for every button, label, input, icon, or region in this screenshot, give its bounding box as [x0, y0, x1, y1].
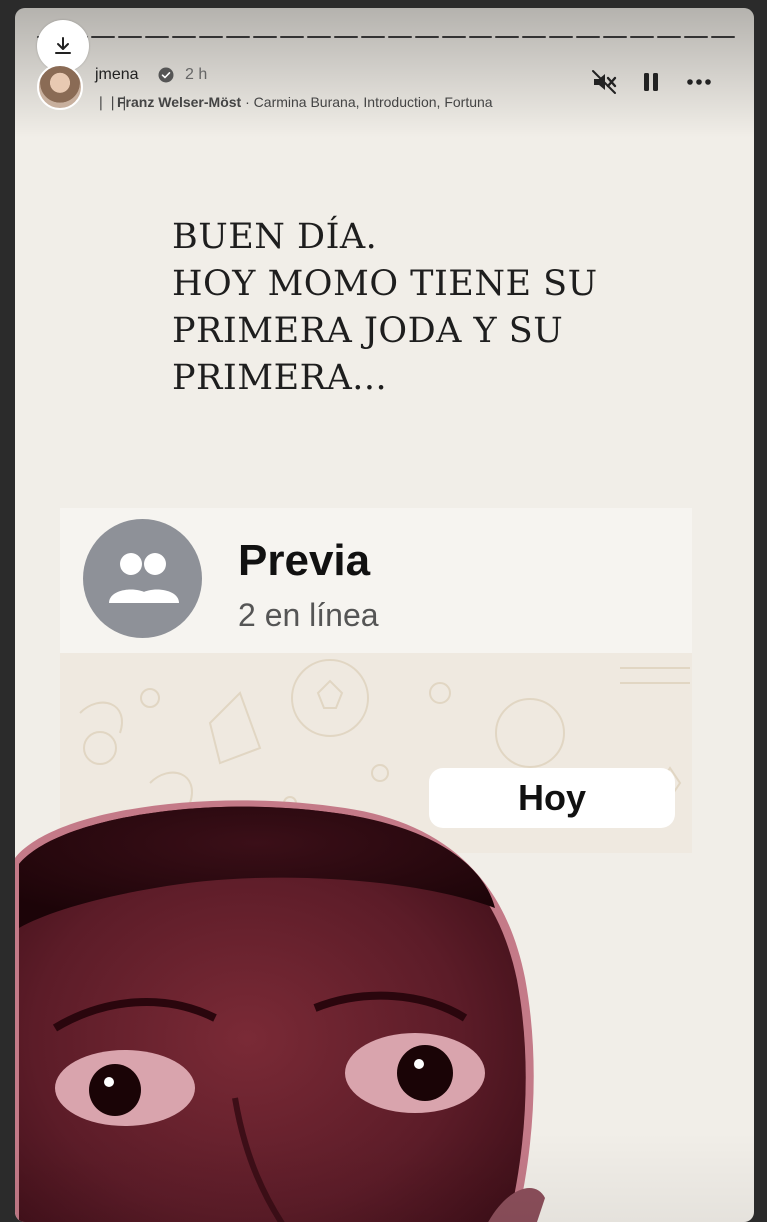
greeting-text: BUEN DÍA. HOY MOMO TIENE SU PRIMERA JODA… — [172, 214, 598, 402]
progress-segment — [684, 36, 709, 38]
progress-segment — [468, 36, 493, 38]
progress-segment — [495, 36, 520, 38]
avatar[interactable] — [37, 64, 83, 110]
group-people-icon — [109, 553, 179, 603]
pause-icon[interactable] — [637, 68, 665, 96]
progress-segment — [198, 36, 223, 38]
progress-segment — [171, 36, 196, 38]
progress-segment — [117, 36, 142, 38]
progress-segment — [360, 36, 385, 38]
group-avatar-icon — [83, 519, 202, 638]
music-separator: · — [241, 94, 254, 110]
progress-segment — [711, 36, 736, 38]
bottom-gradient — [15, 1132, 754, 1222]
progress-segment — [279, 36, 304, 38]
music-label[interactable]: ❘❘❘Franz Welser-Möst · Carmina Burana, I… — [95, 94, 573, 114]
progress-segment — [333, 36, 358, 38]
progress-segment — [90, 36, 115, 38]
more-horizontal-icon[interactable] — [685, 68, 713, 96]
music-bars-icon: ❘❘❘ — [95, 94, 131, 110]
greeting-line-4: PRIMERA... — [172, 358, 388, 398]
story-progress-bar — [37, 36, 736, 38]
progress-segment — [441, 36, 466, 38]
chat-name: Previa — [238, 536, 371, 585]
music-title: Carmina Burana, Introduction, Fortuna — [253, 94, 493, 110]
greeting-line-2: HOY MOMO TIENE SU — [172, 264, 598, 304]
chat-status: 2 en línea — [238, 597, 379, 633]
progress-segment — [414, 36, 439, 38]
greeting-line-1: BUEN DÍA. — [172, 217, 378, 257]
verified-badge-icon — [158, 67, 174, 83]
progress-segment — [603, 36, 628, 38]
progress-segment — [252, 36, 277, 38]
progress-segment — [522, 36, 547, 38]
progress-segment — [549, 36, 574, 38]
greeting-line-3: PRIMERA JODA Y SU — [172, 311, 564, 351]
speaker-muted-icon[interactable] — [590, 68, 618, 96]
progress-segment — [306, 36, 331, 38]
username[interactable]: jmena — [95, 66, 139, 84]
progress-segment — [144, 36, 169, 38]
progress-segment — [657, 36, 682, 38]
music-artist: Franz Welser-Möst — [117, 94, 242, 110]
time-ago: 2 h — [185, 66, 208, 83]
progress-segment — [630, 36, 655, 38]
download-icon — [55, 37, 71, 54]
progress-segment — [387, 36, 412, 38]
progress-segment — [576, 36, 601, 38]
story-viewer[interactable]: jmena 2 h ❘❘❘Franz Welser-Möst · Carmina… — [15, 8, 754, 1222]
progress-segment — [225, 36, 250, 38]
